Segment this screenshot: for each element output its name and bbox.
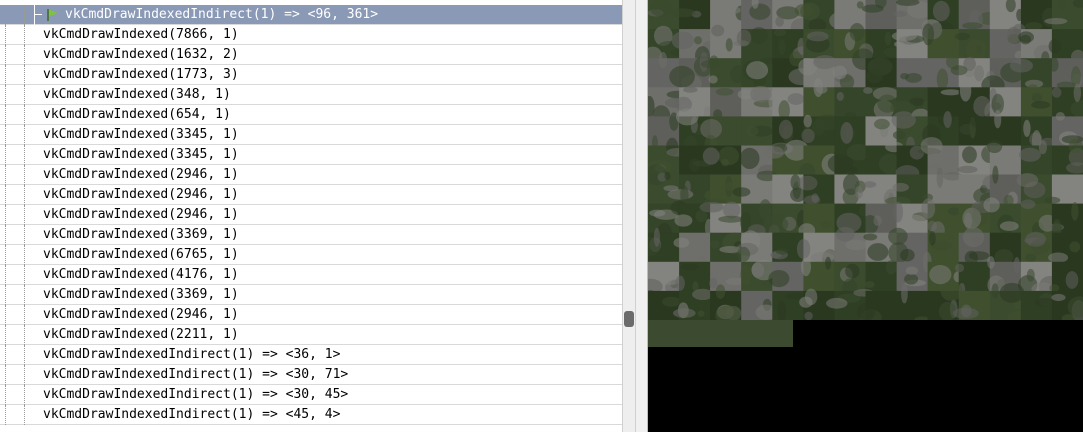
event-row[interactable]: vkCmdDrawIndexed(2211, 1)	[0, 325, 622, 345]
event-row[interactable]: vkCmdDrawIndexed(1773, 3)	[0, 65, 622, 85]
event-label: vkCmdDrawIndexed(7866, 1)	[43, 27, 239, 42]
event-label: vkCmdDrawIndexed(3369, 1)	[43, 227, 239, 242]
event-row[interactable]: vkCmdDrawIndexed(2946, 1)	[0, 305, 622, 325]
event-row[interactable]: vkCmdDrawIndexed(3345, 1)	[0, 145, 622, 165]
event-label: vkCmdDrawIndexed(3369, 1)	[43, 287, 239, 302]
tree-guide-line	[5, 5, 7, 25]
tree-guide-line	[24, 365, 26, 385]
tree-guide-line	[5, 105, 7, 125]
event-label: vkCmdDrawIndexed(3345, 1)	[43, 127, 239, 142]
tree-guide-line	[5, 405, 7, 425]
tree-guide-line	[24, 65, 26, 85]
pane-splitter[interactable]	[636, 0, 648, 432]
tree-guide-line	[24, 45, 26, 65]
tree-guide-line	[24, 105, 26, 125]
event-label: vkCmdDrawIndexed(2946, 1)	[43, 167, 239, 182]
event-row[interactable]: vkCmdDrawIndexedIndirect(1) => <30, 45>	[0, 385, 622, 405]
event-row[interactable]: vkCmdDrawIndexedIndirect(1) => <45, 4>	[0, 405, 622, 425]
tree-guide-line	[5, 165, 7, 185]
event-label: vkCmdDrawIndexedIndirect(1) => <96, 361>	[65, 7, 379, 22]
tree-guide-line	[5, 265, 7, 285]
event-label: vkCmdDrawIndexed(2946, 1)	[43, 307, 239, 322]
tree-guide-line	[5, 245, 7, 265]
tree-guide-line	[24, 325, 26, 345]
event-list[interactable]: vkCmdDrawIndexedIndirect(1) => <96, 361>…	[0, 0, 623, 432]
event-row[interactable]: vkCmdDrawIndexed(3369, 1)	[0, 285, 622, 305]
event-label: vkCmdDrawIndexed(1773, 3)	[43, 67, 239, 82]
event-label: vkCmdDrawIndexed(348, 1)	[43, 87, 231, 102]
event-label: vkCmdDrawIndexedIndirect(1) => <30, 45>	[43, 387, 349, 402]
tree-guide-line	[5, 45, 7, 65]
event-row[interactable]: vkCmdDrawIndexed(6765, 1)	[0, 245, 622, 265]
scrollbar-thumb[interactable]	[624, 311, 634, 327]
event-label: vkCmdDrawIndexedIndirect(1) => <45, 4>	[43, 407, 341, 422]
event-label: vkCmdDrawIndexed(4176, 1)	[43, 267, 239, 282]
event-row[interactable]: vkCmdDrawIndexed(1632, 2)	[0, 45, 622, 65]
tree-guide-line	[5, 345, 7, 365]
tree-guide-line	[24, 185, 26, 205]
texture-viewer[interactable]	[648, 0, 1083, 432]
tree-guide-line	[24, 405, 26, 425]
event-label: vkCmdDrawIndexedIndirect(1) => <36, 1>	[43, 347, 341, 362]
tree-guide-line	[5, 325, 7, 345]
tree-guide-line	[5, 285, 7, 305]
event-row[interactable]: vkCmdDrawIndexedIndirect(1) => <36, 1>	[0, 345, 622, 365]
event-label: vkCmdDrawIndexed(654, 1)	[43, 107, 231, 122]
event-label: vkCmdDrawIndexed(2211, 1)	[43, 327, 239, 342]
tree-guide-line	[5, 145, 7, 165]
event-label: vkCmdDrawIndexed(2946, 1)	[43, 187, 239, 202]
tree-guide-line	[5, 125, 7, 145]
tree-guide-line	[5, 65, 7, 85]
tree-guide-line	[24, 285, 26, 305]
event-row[interactable]: vkCmdDrawIndexed(7866, 1)	[0, 25, 622, 45]
tree-guide-line	[24, 265, 26, 285]
tree-guide-line	[5, 305, 7, 325]
event-row[interactable]: vkCmdDrawIndexed(2946, 1)	[0, 205, 622, 225]
tree-guide-line	[24, 345, 26, 365]
tree-guide-line	[24, 85, 26, 105]
tree-guide-line	[24, 165, 26, 185]
tree-guide-line	[5, 85, 7, 105]
tree-guide-line	[5, 185, 7, 205]
tree-guide-line	[24, 205, 26, 225]
event-label: vkCmdDrawIndexedIndirect(1) => <30, 71>	[43, 367, 349, 382]
tree-guide-line	[5, 205, 7, 225]
tree-guide-line	[5, 385, 7, 405]
event-row[interactable]: vkCmdDrawIndexed(3369, 1)	[0, 225, 622, 245]
event-row[interactable]: vkCmdDrawIndexedIndirect(1) => <30, 71>	[0, 365, 622, 385]
event-row[interactable]: vkCmdDrawIndexed(4176, 1)	[0, 265, 622, 285]
tree-guide-line	[5, 25, 7, 45]
tree-guide-line	[24, 5, 26, 25]
texture-preview-image	[648, 0, 1083, 347]
tree-guide-line	[24, 225, 26, 245]
tree-guide-line	[24, 385, 26, 405]
event-label: vkCmdDrawIndexed(2946, 1)	[43, 207, 239, 222]
tree-guide-line	[5, 225, 7, 245]
event-rows: vkCmdDrawIndexedIndirect(1) => <96, 361>…	[0, 5, 622, 425]
tree-guide-line	[24, 305, 26, 325]
event-label: vkCmdDrawIndexed(6765, 1)	[43, 247, 239, 262]
vertical-scrollbar[interactable]	[622, 0, 636, 432]
flag-icon	[47, 9, 58, 21]
tree-guide-line	[24, 145, 26, 165]
event-row[interactable]: vkCmdDrawIndexed(3345, 1)	[0, 125, 622, 145]
event-row[interactable]: vkCmdDrawIndexed(654, 1)	[0, 105, 622, 125]
event-row[interactable]: vkCmdDrawIndexed(2946, 1)	[0, 165, 622, 185]
event-label: vkCmdDrawIndexed(1632, 2)	[43, 47, 239, 62]
tree-guide-line	[24, 245, 26, 265]
event-row-selected[interactable]: vkCmdDrawIndexedIndirect(1) => <96, 361>	[0, 5, 622, 25]
tree-guide-line	[24, 25, 26, 45]
tree-guide-line	[24, 125, 26, 145]
tree-guide-line	[5, 365, 7, 385]
tree-branch-line	[34, 14, 42, 16]
event-row[interactable]: vkCmdDrawIndexed(2946, 1)	[0, 185, 622, 205]
event-row[interactable]: vkCmdDrawIndexed(348, 1)	[0, 85, 622, 105]
event-label: vkCmdDrawIndexed(3345, 1)	[43, 147, 239, 162]
